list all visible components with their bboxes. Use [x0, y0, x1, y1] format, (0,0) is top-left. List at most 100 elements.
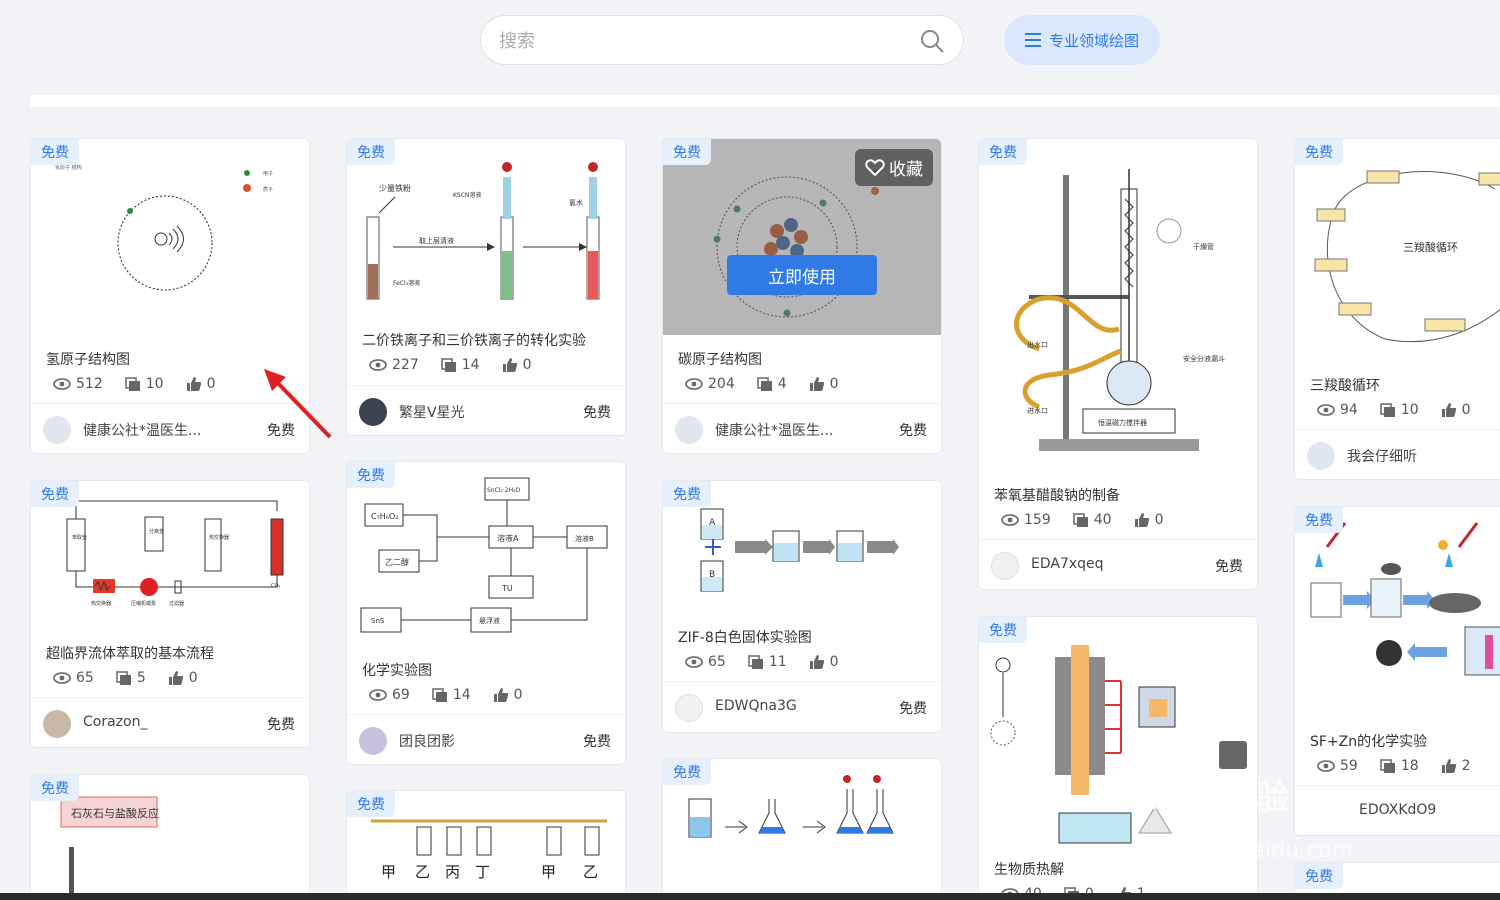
- like-count: 0: [829, 654, 839, 670]
- template-card[interactable]: 甲 乙 丙 丁 甲 乙 免费: [346, 790, 626, 900]
- diagram-label: FeCl₃溶液: [393, 279, 420, 287]
- card-thumbnail[interactable]: 恒温磁力搅拌器 干燥管 安全分液漏斗 出水口 进水口: [979, 139, 1257, 479]
- template-card[interactable]: 少量铁粉 FeCl₃溶液 取上层清液 KSCN溶液 氯水 免费 二价铁离子和三价…: [346, 138, 626, 436]
- card-thumbnail[interactable]: 三羧酸循环: [1295, 139, 1500, 365]
- template-card[interactable]: 免费 收藏 立即使用 碳原子结构图 204 4 0 健康公社*温医生... 免费: [662, 138, 942, 454]
- thumbs-up-icon: [809, 655, 824, 669]
- template-card[interactable]: 三羧酸循环 免费 三羧酸循环 94 10 0 我会仔细听: [1294, 138, 1500, 480]
- card-title[interactable]: 三羧酸循环: [1310, 375, 1380, 395]
- eye-icon: [685, 378, 703, 390]
- author-name[interactable]: 健康公社*温医生...: [83, 420, 201, 440]
- view-count: 227: [392, 357, 419, 373]
- search-box[interactable]: [480, 15, 964, 65]
- card-thumbnail[interactable]: [1295, 507, 1500, 721]
- card-title[interactable]: 二价铁离子和三价铁离子的转化实验: [362, 330, 586, 350]
- author-name[interactable]: 团良团影: [399, 731, 455, 751]
- avatar[interactable]: [359, 727, 387, 755]
- card-thumbnail[interactable]: C₇H₆O₂ SnCl₂·2H₂O 乙二醇 溶液A 溶液B TU SnS 悬浮液: [347, 462, 625, 652]
- eye-icon: [53, 672, 71, 684]
- template-card[interactable]: C₇H₆O₂ SnCl₂·2H₂O 乙二醇 溶液A 溶液B TU SnS 悬浮液…: [346, 461, 626, 765]
- price-label: 免费: [899, 423, 927, 439]
- use-now-button[interactable]: 立即使用: [727, 255, 877, 295]
- eye-icon: [1317, 760, 1335, 772]
- diagram-label: 分离釜: [149, 528, 164, 535]
- card-stats: 204 4 0: [685, 376, 839, 392]
- diagram-label: 溶液B: [575, 534, 594, 543]
- eye-icon: [685, 656, 703, 668]
- diagram-label: TU: [501, 584, 513, 593]
- favorite-button[interactable]: 收藏: [855, 149, 933, 186]
- diagram-label: 丙: [445, 863, 460, 881]
- free-badge: 免费: [1295, 507, 1343, 533]
- card-stats: 69 14 0: [369, 687, 523, 703]
- card-title[interactable]: SF+Zn的化学实验: [1310, 731, 1427, 751]
- avatar[interactable]: [675, 416, 703, 444]
- card-title[interactable]: 苯氧基醋酸钠的制备: [994, 485, 1120, 505]
- copy-icon: [1380, 758, 1395, 773]
- avatar[interactable]: [359, 398, 387, 426]
- template-card[interactable]: 萃取釜 分离釜 热交换器 CO₂ 热交换器 压缩机或泵 过滤器 免费 超临界流体…: [30, 480, 310, 748]
- diagram-label: 甲: [541, 863, 556, 881]
- author-name[interactable]: EDOXKdO9: [1359, 802, 1436, 818]
- avatar[interactable]: [43, 416, 71, 444]
- diagram-label: 干燥管: [1193, 242, 1214, 251]
- card-stats: 512 10 0: [53, 376, 215, 392]
- copy-icon: [1380, 402, 1395, 417]
- diagram-label: 石灰石与盐酸反应: [71, 806, 159, 820]
- card-footer: EDOXKdO9: [1295, 785, 1500, 835]
- view-count: 69: [392, 687, 410, 703]
- diagram-label: C₇H₆O₂: [371, 512, 399, 521]
- like-count: 0: [829, 376, 839, 392]
- copy-count: 11: [768, 654, 787, 670]
- author-name[interactable]: 繁星V星光: [399, 402, 465, 422]
- copy-count: 18: [1400, 758, 1419, 774]
- search-icon[interactable]: [919, 28, 945, 54]
- template-card[interactable]: 石灰石与盐酸反应 免费: [30, 774, 310, 900]
- filter-bar: [30, 95, 1500, 107]
- template-card[interactable]: 恒温磁力搅拌器 干燥管 安全分液漏斗 出水口 进水口 免费 苯氧基醋酸钠的制备 …: [978, 138, 1258, 590]
- avatar[interactable]: [675, 694, 703, 722]
- template-card[interactable]: 免费: [662, 758, 942, 900]
- diagram-label: 萃取釜: [72, 534, 87, 541]
- price-label: 免费: [899, 701, 927, 717]
- avatar[interactable]: [1307, 442, 1335, 470]
- card-title[interactable]: 碳原子结构图: [678, 349, 762, 369]
- card-stats: 94 10 0: [1317, 402, 1471, 418]
- diagram-label: CO₂: [271, 583, 280, 589]
- copy-count: 40: [1093, 512, 1112, 528]
- svg-text:A: A: [709, 518, 716, 528]
- template-card[interactable]: 免费 SF+Zn的化学实验 59 18 2 EDOXKdO9: [1294, 506, 1500, 836]
- sf-zn-experiment-diagram: [1310, 522, 1500, 676]
- card-thumbnail[interactable]: 少量铁粉 FeCl₃溶液 取上层清液 KSCN溶液 氯水: [347, 139, 625, 314]
- avatar[interactable]: [43, 710, 71, 738]
- free-badge: 免费: [347, 462, 395, 488]
- author-name[interactable]: 健康公社*温医生...: [715, 420, 833, 440]
- card-title[interactable]: 氢原子结构图: [46, 349, 130, 369]
- view-count: 59: [1340, 758, 1358, 774]
- search-input[interactable]: [499, 28, 899, 54]
- author-name[interactable]: 我会仔细听: [1347, 446, 1417, 466]
- card-footer: Corazon_ 免费: [31, 697, 309, 747]
- template-card[interactable]: A B 免费 ZIF-8白色固体实验图 65 11 0 EDWQna3G 免费: [662, 480, 942, 733]
- like-count: 2: [1461, 758, 1471, 774]
- free-badge: 免费: [1295, 863, 1343, 889]
- phenoxyacetate-apparatus-diagram: 恒温磁力搅拌器 干燥管 安全分液漏斗 出水口 进水口: [1014, 169, 1225, 451]
- avatar[interactable]: [991, 552, 1019, 580]
- free-badge: 免费: [1295, 139, 1343, 165]
- author-name[interactable]: EDA7xqeq: [1031, 556, 1104, 572]
- like-count: 0: [188, 670, 198, 686]
- card-thumbnail[interactable]: 氢原子 结构 电子 质子: [31, 139, 309, 339]
- card-title[interactable]: ZIF-8白色固体实验图: [678, 627, 812, 647]
- card-title[interactable]: 化学实验图: [362, 660, 432, 680]
- domain-drawing-button[interactable]: 专业领域绘图: [1004, 15, 1160, 65]
- like-count: 0: [513, 687, 523, 703]
- card-title[interactable]: 超临界流体萃取的基本流程: [46, 643, 214, 663]
- card-title[interactable]: 生物质热解: [994, 859, 1064, 879]
- card-footer: 繁星V星光 免费: [347, 385, 625, 435]
- tca-cycle-diagram: 三羧酸循环: [1314, 170, 1500, 343]
- author-name[interactable]: EDWQna3G: [715, 698, 797, 714]
- author-name[interactable]: Corazon_: [83, 714, 147, 730]
- card-footer: 健康公社*温医生... 免费: [663, 403, 941, 453]
- free-badge: 免费: [663, 759, 711, 785]
- thumbs-up-icon: [168, 671, 183, 685]
